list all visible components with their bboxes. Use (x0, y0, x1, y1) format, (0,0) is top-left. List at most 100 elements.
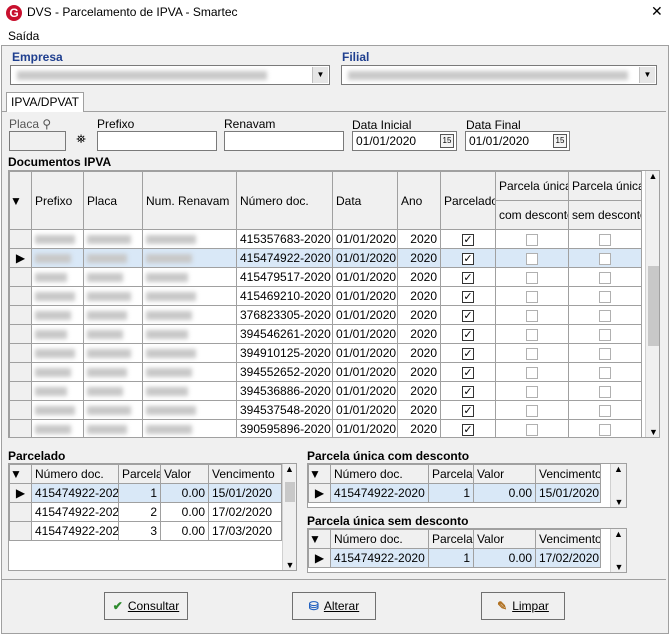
row-indicator-icon[interactable]: ▶ (9, 483, 32, 503)
unica-com-grid[interactable]: ▼ Número doc. Parcela Valor Vencimento ▶… (307, 463, 627, 508)
row-indicator[interactable] (9, 305, 32, 325)
scroll-up-icon[interactable]: ▲ (611, 464, 626, 474)
checkbox-icon[interactable] (599, 328, 611, 341)
com-desconto-checkbox[interactable] (495, 419, 569, 437)
scroll-down-icon[interactable]: ▼ (646, 427, 659, 437)
col-numero-doc[interactable]: Número doc. (31, 464, 119, 484)
col-ano[interactable]: Ano (397, 171, 441, 230)
com-desconto-checkbox[interactable] (495, 381, 569, 401)
checkbox-icon[interactable] (526, 252, 538, 265)
checkbox-checked-icon[interactable]: ✓ (462, 233, 474, 246)
row-indicator[interactable] (9, 521, 32, 541)
col-valor[interactable]: Valor (473, 464, 536, 484)
checkbox-icon[interactable] (599, 233, 611, 246)
checkbox-checked-icon[interactable]: ✓ (462, 309, 474, 322)
col-numero-doc[interactable]: Número doc. (330, 529, 429, 549)
table-row[interactable]: 415474922-2020 3 0.00 17/03/2020 (9, 521, 282, 541)
unica-com-scrollbar[interactable]: ▲ ▼ (610, 464, 626, 507)
parcelado-checkbox[interactable]: ✓ (440, 229, 496, 249)
table-row[interactable]: ▶ 415474922-2020 1 0.00 15/01/2020 (9, 483, 282, 503)
checkbox-icon[interactable] (526, 347, 538, 360)
checkbox-icon[interactable] (526, 290, 538, 303)
scroll-down-icon[interactable]: ▼ (611, 562, 626, 572)
table-row[interactable]: 390595896-2020 01/01/2020 2020 ✓ (9, 419, 642, 437)
com-desconto-checkbox[interactable] (495, 267, 569, 287)
col-prefixo[interactable]: Prefixo (31, 171, 84, 230)
renavam-input[interactable] (224, 131, 344, 151)
alterar-button[interactable]: ⛁ Alterar (292, 592, 376, 620)
unica-sem-scrollbar[interactable]: ▲ ▼ (610, 529, 626, 572)
row-indicator[interactable] (9, 502, 32, 522)
table-row[interactable]: 394910125-2020 01/01/2020 2020 ✓ (9, 343, 642, 363)
parcelado-checkbox[interactable]: ✓ (440, 400, 496, 420)
row-indicator[interactable] (9, 343, 32, 363)
parcelado-checkbox[interactable]: ✓ (440, 324, 496, 344)
chevron-down-icon[interactable]: ▼ (639, 67, 655, 83)
data-final-input[interactable]: 01/01/2020 15 (465, 131, 570, 151)
col-data[interactable]: Data (332, 171, 398, 230)
close-icon[interactable]: ✕ (651, 3, 663, 20)
checkbox-icon[interactable] (599, 271, 611, 284)
row-indicator-icon[interactable]: ▶ (308, 548, 331, 568)
parcelado-grid[interactable]: ▼ Número doc. Parcela Valor Vencimento ▶… (8, 463, 297, 571)
scroll-thumb[interactable] (285, 482, 295, 502)
row-indicator[interactable] (9, 229, 32, 249)
parcelado-checkbox[interactable]: ✓ (440, 381, 496, 401)
col-parcela[interactable]: Parcela (428, 464, 474, 484)
scroll-down-icon[interactable]: ▼ (283, 560, 296, 570)
row-indicator[interactable] (9, 324, 32, 344)
empresa-select[interactable]: ▼ (10, 65, 330, 85)
checkbox-icon[interactable] (526, 404, 538, 417)
table-row[interactable]: 376823305-2020 01/01/2020 2020 ✓ (9, 305, 642, 325)
grid-menu-icon[interactable]: ▼ (9, 171, 32, 230)
sem-desconto-checkbox[interactable] (568, 248, 642, 268)
checkbox-icon[interactable] (526, 328, 538, 341)
checkbox-icon[interactable] (526, 366, 538, 379)
calendar-icon[interactable]: 15 (440, 134, 454, 148)
tab-ipva-dpvat[interactable]: IPVA/DPVAT (6, 92, 84, 112)
col-renavam[interactable]: Num. Renavam (142, 171, 237, 230)
checkbox-icon[interactable] (599, 309, 611, 322)
parcelado-checkbox[interactable]: ✓ (440, 419, 496, 437)
checkbox-checked-icon[interactable]: ✓ (462, 347, 474, 360)
checkbox-icon[interactable] (599, 290, 611, 303)
placa-input[interactable] (9, 131, 66, 151)
grid-menu-icon[interactable]: ▼ (308, 529, 331, 549)
checkbox-checked-icon[interactable]: ✓ (462, 385, 474, 398)
data-inicial-input[interactable]: 01/01/2020 15 (352, 131, 457, 151)
parcelado-checkbox[interactable]: ✓ (440, 343, 496, 363)
table-row[interactable]: ▶ 415474922-2020 01/01/2020 2020 ✓ (9, 248, 642, 268)
checkbox-icon[interactable] (599, 347, 611, 360)
grid-menu-icon[interactable]: ▼ (9, 464, 32, 484)
grid-menu-icon[interactable]: ▼ (308, 464, 331, 484)
calendar-icon[interactable]: 15 (553, 134, 567, 148)
chevron-down-icon[interactable]: ▼ (312, 67, 328, 83)
parcelado-checkbox[interactable]: ✓ (440, 362, 496, 382)
sem-desconto-checkbox[interactable] (568, 324, 642, 344)
scroll-up-icon[interactable]: ▲ (611, 529, 626, 539)
com-desconto-checkbox[interactable] (495, 286, 569, 306)
row-indicator[interactable] (9, 400, 32, 420)
sem-desconto-checkbox[interactable] (568, 286, 642, 306)
menu-item-saida[interactable]: Saída (8, 29, 39, 43)
col-parcela-unica-com[interactable]: Parcela única (495, 171, 569, 201)
checkbox-icon[interactable] (526, 423, 538, 436)
parcelado-checkbox[interactable]: ✓ (440, 267, 496, 287)
checkbox-icon[interactable] (599, 385, 611, 398)
scroll-down-icon[interactable]: ▼ (611, 497, 626, 507)
table-row[interactable]: ▶ 415474922-2020 1 0.00 15/01/2020 (308, 483, 601, 503)
checkbox-checked-icon[interactable]: ✓ (462, 271, 474, 284)
parcelado-checkbox[interactable]: ✓ (440, 305, 496, 325)
checkbox-icon[interactable] (599, 252, 611, 265)
parcelado-scrollbar[interactable]: ▲ ▼ (282, 464, 296, 570)
col-numero-doc[interactable]: Número doc. (236, 171, 333, 230)
checkbox-checked-icon[interactable]: ✓ (462, 404, 474, 417)
sem-desconto-checkbox[interactable] (568, 229, 642, 249)
row-indicator[interactable] (9, 286, 32, 306)
checkbox-icon[interactable] (526, 385, 538, 398)
col-valor[interactable]: Valor (160, 464, 209, 484)
sem-desconto-checkbox[interactable] (568, 305, 642, 325)
col-valor[interactable]: Valor (473, 529, 536, 549)
com-desconto-checkbox[interactable] (495, 343, 569, 363)
row-indicator-icon[interactable]: ▶ (9, 248, 32, 268)
